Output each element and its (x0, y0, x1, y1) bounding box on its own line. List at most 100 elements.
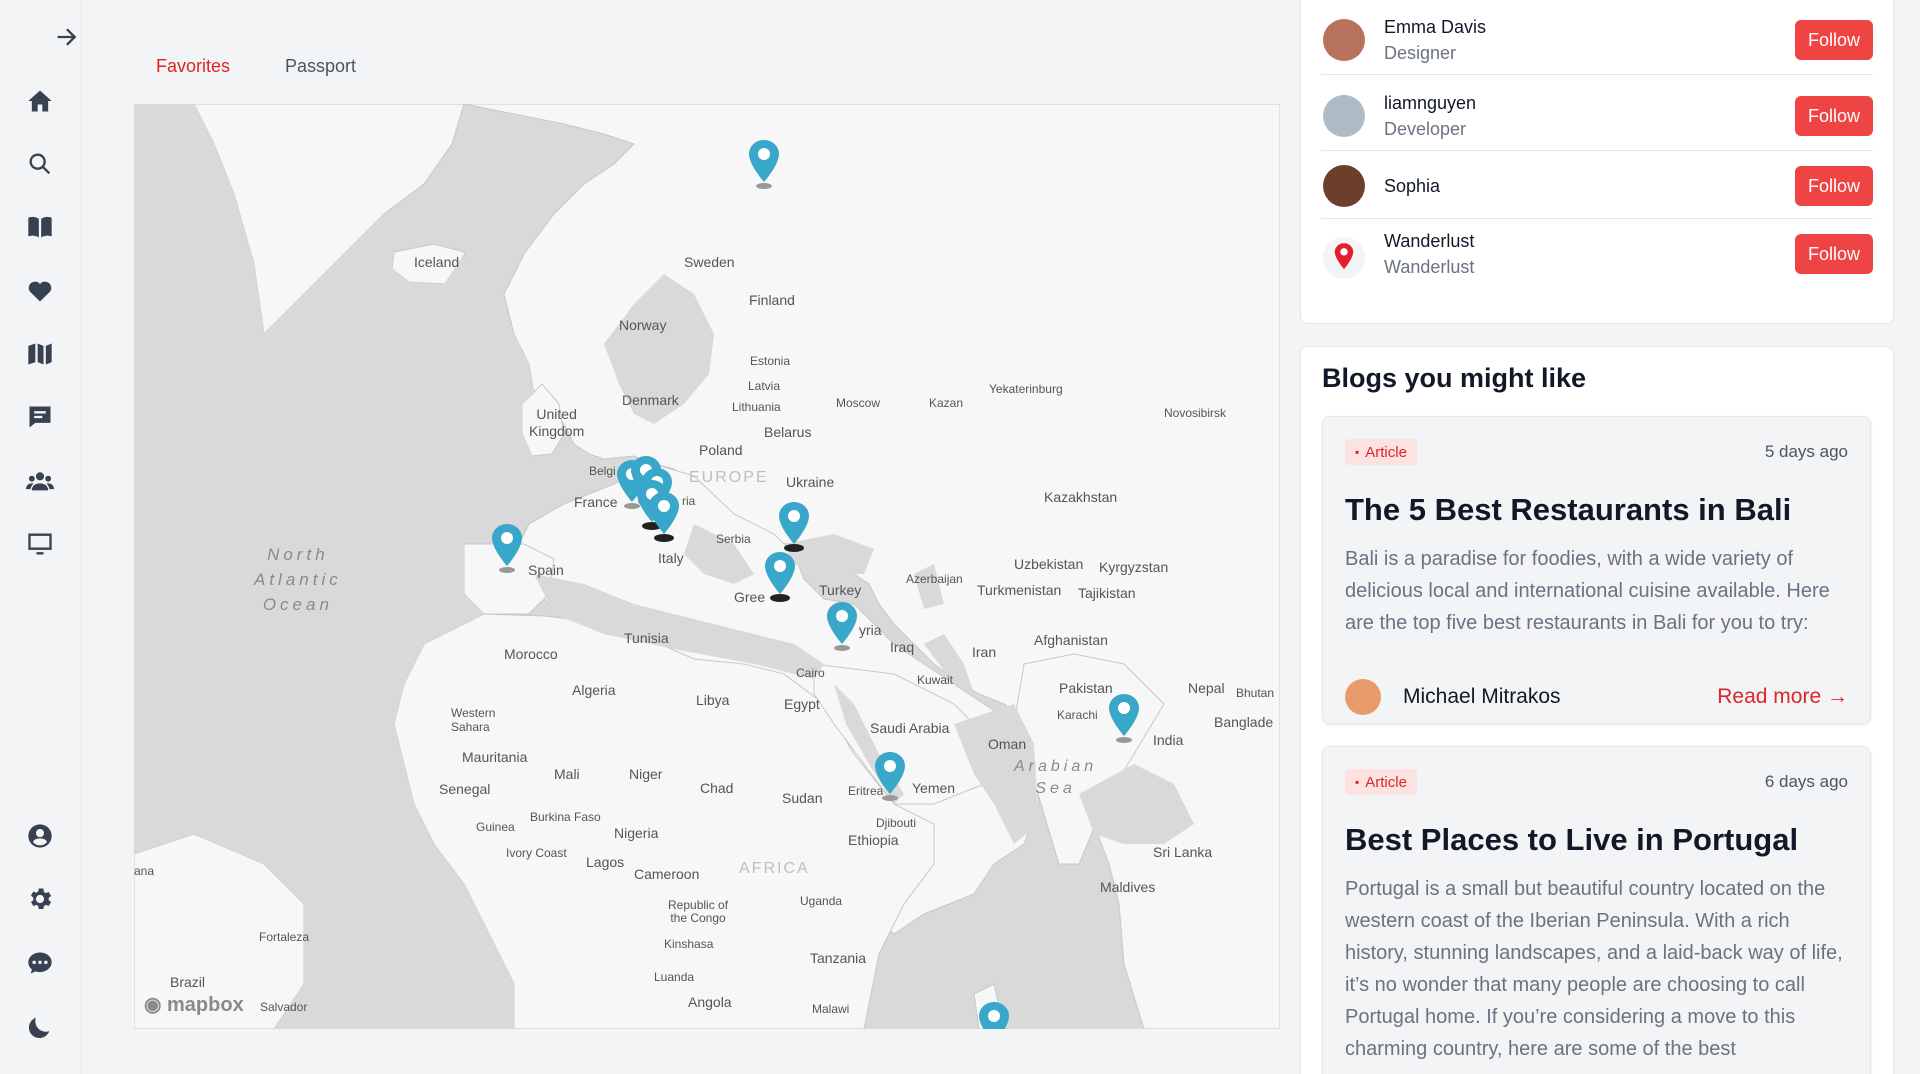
map[interactable]: North Atlantic Ocean Iceland Sweden Finl… (134, 104, 1280, 1029)
map-label: Ukraine (786, 474, 835, 490)
map-label: Moscow (836, 396, 881, 410)
user-icon[interactable] (23, 819, 57, 853)
map-label: Uzbekistan (1014, 556, 1084, 572)
moon-icon[interactable] (23, 1010, 57, 1044)
map-label: Angola (688, 994, 732, 1010)
follow-row: Emma Davis Designer Follow (1321, 1, 1873, 75)
blog-description: Bali is a paradise for foodies, with a w… (1345, 548, 1830, 634)
map-label: Novosibirsk (1164, 406, 1227, 420)
map-label: Banglade (1214, 714, 1274, 730)
group-icon[interactable] (23, 464, 57, 498)
map-label: Iran (972, 644, 997, 660)
map-label: AFRICA (739, 860, 810, 877)
map-label: Saudi Arabia (870, 720, 950, 736)
map-pin[interactable] (646, 490, 682, 542)
map-label: Tunisia (624, 630, 669, 646)
map-pin[interactable] (1106, 692, 1142, 744)
map-label: France (574, 494, 618, 510)
follow-card: Emma Davis Designer Follow liamnguyen De… (1300, 0, 1894, 324)
book-icon[interactable] (23, 210, 57, 244)
blog-title[interactable]: Best Places to Live in Portugal (1345, 822, 1798, 858)
avatar[interactable] (1323, 165, 1365, 207)
avatar[interactable] (1323, 19, 1365, 61)
blog-time: 6 days ago (1764, 772, 1848, 791)
mapbox-icon: ◉ (144, 994, 168, 1016)
map-pin[interactable] (746, 138, 782, 190)
author-name[interactable]: Michael Mitrakos (1403, 685, 1561, 709)
map-label: ana (134, 864, 155, 878)
follow-name[interactable]: liamnguyen (1384, 93, 1476, 114)
map-label-ocean: North Atlantic Ocean (254, 545, 342, 614)
map-pin[interactable] (872, 750, 908, 802)
monitor-icon[interactable] (23, 527, 57, 561)
map-label: yria (859, 622, 882, 638)
mapbox-attribution: mapbox (167, 994, 244, 1016)
chat-icon[interactable] (23, 400, 57, 434)
map-pin[interactable] (976, 1000, 1012, 1029)
follow-name[interactable]: Wanderlust (1384, 231, 1474, 252)
map-label: Kazakhstan (1044, 489, 1118, 505)
map-label: Malawi (812, 1002, 850, 1016)
map-label: Uganda (800, 894, 843, 908)
map-label: Tajikistan (1078, 585, 1136, 601)
avatar[interactable] (1323, 237, 1365, 279)
message-icon[interactable] (23, 946, 57, 980)
avatar[interactable] (1323, 95, 1365, 137)
map-label: Norway (619, 317, 667, 333)
map-icon[interactable] (23, 337, 57, 371)
heart-icon[interactable] (23, 274, 57, 308)
map-pin[interactable] (776, 500, 812, 552)
map-label: ria (682, 494, 696, 508)
blog-title[interactable]: The 5 Best Restaurants in Bali (1345, 492, 1791, 528)
follow-row: Sophia Follow (1321, 153, 1873, 219)
map-label: Algeria (572, 682, 616, 698)
follow-role: Wanderlust (1384, 257, 1475, 277)
map-label: Bhutan (1236, 686, 1275, 700)
settings-icon[interactable] (23, 882, 57, 916)
blog-card[interactable]: ▪ Article 6 days ago Best Places to Live… (1322, 746, 1871, 1074)
map-pin[interactable] (824, 600, 860, 652)
map-pin[interactable] (489, 522, 525, 574)
map-label: Chad (700, 780, 734, 796)
follow-button[interactable]: Follow (1795, 96, 1873, 136)
follow-row: liamnguyen Developer Follow (1321, 77, 1873, 151)
map-pin[interactable] (762, 550, 798, 602)
map-label: Kyrgyzstan (1099, 559, 1169, 575)
map-label: Western Sahara (451, 706, 496, 734)
map-label: Niger (629, 766, 663, 782)
map-label: Afghanistan (1034, 632, 1108, 648)
home-icon[interactable] (23, 84, 57, 118)
map-label: Gree (734, 589, 766, 605)
search-icon[interactable] (23, 147, 57, 181)
arrow-right-icon[interactable] (50, 20, 84, 54)
blog-card[interactable]: ▪ Article 5 days ago The 5 Best Restaura… (1322, 416, 1871, 724)
map-label: Yekaterinburg (989, 382, 1063, 396)
follow-button[interactable]: Follow (1795, 20, 1873, 60)
tab-passport[interactable]: Passport (285, 56, 356, 77)
follow-name[interactable]: Emma Davis (1384, 17, 1486, 38)
author-avatar[interactable] (1345, 679, 1381, 715)
mapbox-logo[interactable]: ◉ mapbox (144, 992, 244, 1017)
badge-label: Article (1365, 443, 1407, 461)
map-label: Lithuania (732, 400, 781, 414)
sidebar (0, 0, 82, 1074)
tab-favorites[interactable]: Favorites (156, 56, 230, 77)
map-label: Kazan (929, 396, 964, 410)
map-label: Fortaleza (259, 930, 310, 944)
map-label: Luanda (654, 970, 695, 984)
blogs-title: Blogs you might like (1322, 363, 1587, 393)
map-label: Italy (658, 550, 684, 566)
map-label: Nigeria (614, 825, 659, 841)
map-label: Serbia (716, 532, 751, 546)
map-label: Belgi (589, 464, 616, 478)
map-label: Spain (528, 562, 564, 578)
map-label: Djibouti (876, 816, 917, 830)
map-label: Brazil (170, 974, 206, 990)
map-label: Yemen (912, 780, 956, 796)
map-label: Republic of the Congo (668, 898, 729, 925)
read-more-link[interactable]: Read more → (1717, 685, 1848, 709)
follow-button[interactable]: Follow (1795, 234, 1873, 274)
follow-name[interactable]: Sophia (1384, 176, 1440, 197)
follow-button[interactable]: Follow (1795, 166, 1873, 206)
map-label: Sudan (782, 790, 823, 806)
